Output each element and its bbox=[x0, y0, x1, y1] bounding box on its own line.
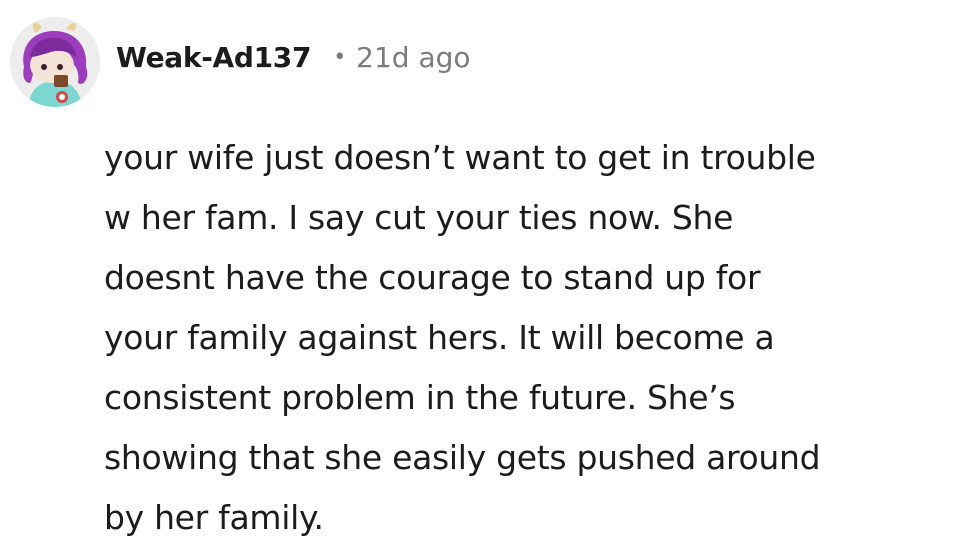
comment-body-line: consistent problem in the future. She’s bbox=[104, 378, 736, 417]
comment-body-line: showing that she easily gets pushed arou… bbox=[104, 438, 821, 477]
comment-meta: Weak-Ad137 • 21d ago bbox=[116, 41, 471, 74]
comment-body-line: doesnt have the courage to stand up for bbox=[104, 258, 761, 297]
comment-body-line: your wife just doesn’t want to get in tr… bbox=[104, 138, 816, 177]
comment-body-line: w her fam. I say cut your ties now. She bbox=[104, 198, 734, 237]
comment-timestamp[interactable]: 21d ago bbox=[356, 41, 470, 74]
separator-dot: • bbox=[333, 44, 347, 70]
comment-body-line: your family against hers. It will become… bbox=[104, 318, 775, 357]
avatar[interactable] bbox=[10, 17, 100, 107]
comment-header: Weak-Ad137 • 21d ago bbox=[10, 12, 471, 112]
snoo-avatar-icon bbox=[10, 17, 100, 107]
comment-body: your wife just doesn’t want to get in tr… bbox=[104, 128, 944, 548]
comment: Weak-Ad137 • 21d ago your wife just does… bbox=[0, 0, 962, 554]
comment-body-line: by her family. bbox=[104, 498, 324, 537]
author-username[interactable]: Weak-Ad137 bbox=[116, 41, 311, 74]
